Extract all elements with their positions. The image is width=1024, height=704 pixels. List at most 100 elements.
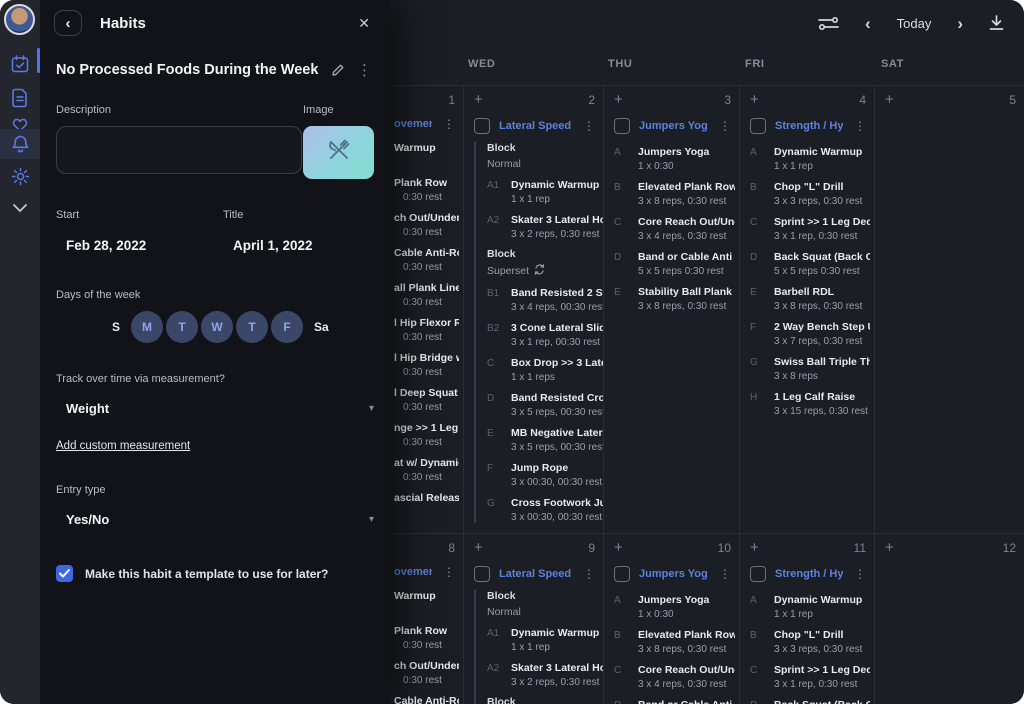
add-custom-measurement-link[interactable]: Add custom measurement (56, 440, 190, 452)
exercise-name: Box Drop >> 3 Lateral H... (511, 357, 603, 369)
workout-title-row: Strength / Hypertro... ⋮ (740, 107, 874, 134)
workout-kebab-icon[interactable]: ⋮ (441, 118, 457, 130)
measurement-select[interactable]: Weight ▾ (56, 401, 374, 416)
exercise-name: Back Squat (Back Off Set) (774, 251, 870, 263)
workout-kebab-icon[interactable]: ⋮ (852, 120, 868, 132)
sidebar-item-settings[interactable] (0, 162, 40, 190)
day-chip-w[interactable]: W (201, 311, 233, 343)
sidebar-item-programs[interactable] (0, 84, 40, 112)
workout-title[interactable]: Jumpers Yoga / Core (639, 120, 708, 132)
exercise-name: ascial Release C... (394, 492, 459, 504)
habit-kebab-icon[interactable]: ⋮ (355, 63, 374, 78)
workout-title[interactable]: Lateral Speed / Plyo (499, 120, 572, 132)
day-cell: +9Lateral Speed / Plyo⋮BlockNormalA1Dyna… (464, 533, 604, 704)
exercise-row: DBack Squat (Back Off Set)5 x 5 reps 0:3… (750, 251, 870, 277)
exercise-detail: 3 x 5 reps, 00:30 rest (511, 442, 603, 453)
workout-checkbox[interactable] (614, 566, 630, 582)
exercise-detail: 3 x 2 reps, 0:30 rest (511, 677, 603, 688)
add-workout-button[interactable]: + (750, 94, 759, 106)
description-input[interactable] (56, 126, 302, 174)
add-workout-button[interactable]: + (614, 94, 623, 106)
workout-title[interactable]: Strength / Hypertro... (775, 120, 843, 132)
avatar[interactable] (4, 4, 35, 35)
exercise-detail: 3 x 4 reps, 0:30 rest (638, 231, 735, 242)
exercise-row: AJumpers Yoga1 x 0:30 (614, 146, 735, 172)
day-number: 1 (448, 93, 455, 107)
close-icon[interactable]: ✕ (354, 13, 374, 34)
exercise-row: Cable Anti-Rotati...0:30 rest (394, 695, 459, 704)
workout-checkbox[interactable] (750, 566, 766, 582)
exercise-detail: 0:30 rest (394, 367, 459, 378)
edit-pencil-icon[interactable] (331, 63, 345, 77)
prev-week-icon[interactable]: ‹ (865, 15, 871, 32)
workout-kebab-icon[interactable]: ⋮ (717, 120, 733, 132)
workout-kebab-icon[interactable]: ⋮ (581, 568, 597, 580)
day-chip-sa[interactable]: Sa (306, 311, 337, 343)
sidebar (0, 0, 40, 704)
exercise-row: CCore Reach Out/Under3 x 4 reps, 0:30 re… (614, 664, 735, 690)
workout-checkbox[interactable] (750, 118, 766, 134)
sidebar-item-notifications[interactable] (0, 129, 40, 159)
exercise-letter: B (750, 181, 766, 207)
entry-type-select[interactable]: Yes/No ▾ (56, 512, 374, 527)
exercise-detail: 1 x 1 rep (511, 642, 603, 653)
exercise-letter: C (614, 664, 630, 690)
end-date-value[interactable]: April 1, 2022 (223, 238, 374, 253)
exercise-detail: 1 x 0:30 (638, 609, 735, 620)
image-label: Image (303, 104, 374, 116)
exercise-detail: 3 x 00:30, 00:30 rest (511, 512, 603, 523)
workout-title[interactable]: Lateral Speed / Plyo (499, 568, 572, 580)
workout-title[interactable]: ovement Q... (394, 566, 432, 578)
day-chip-s[interactable]: S (104, 311, 128, 343)
app-window: ‹ Today › WEDTHUFRISAT 1ovement Q...⋮War… (0, 0, 1024, 704)
add-workout-button[interactable]: + (750, 542, 759, 554)
next-week-icon[interactable]: › (957, 15, 963, 32)
filter-sliders-icon[interactable] (818, 16, 839, 31)
workout-title[interactable]: Jumpers Yoga / Core (639, 568, 708, 580)
exercise-detail: 3 x 00:30, 00:30 rest (511, 477, 603, 488)
sidebar-item-calendar[interactable] (0, 50, 40, 78)
exercise-list: ADynamic Warmup1 x 1 repBChop "L" Drill3… (740, 582, 874, 704)
exercise-name: Band Resisted 2 Step Late... (511, 287, 603, 299)
day-chip-m[interactable]: M (131, 311, 163, 343)
exercise-detail: 3 x 1 rep, 0:30 rest (774, 231, 870, 242)
workout-kebab-icon[interactable]: ⋮ (441, 566, 457, 578)
start-date-value[interactable]: Feb 28, 2022 (56, 238, 223, 253)
add-workout-button[interactable]: + (885, 94, 894, 106)
day-cell: +12 (875, 533, 1024, 704)
exercise-letter: A1 (487, 627, 503, 653)
exercise-row: A1Dynamic Warmup1 x 1 rep (487, 627, 603, 653)
exercise-row: FJump Rope3 x 00:30, 00:30 rest (487, 462, 603, 488)
add-workout-button[interactable]: + (474, 94, 483, 106)
add-workout-button[interactable]: + (885, 542, 894, 554)
exercise-name: Skater 3 Lateral Hops >> ... (511, 214, 603, 226)
sidebar-expand[interactable] (0, 194, 40, 222)
template-checkbox[interactable] (56, 565, 73, 582)
workout-kebab-icon[interactable]: ⋮ (581, 120, 597, 132)
exercise-name: nge >> 1 Leg St... (394, 422, 459, 434)
workout-title[interactable]: ovement Q... (394, 118, 432, 130)
block-label: Block (487, 142, 603, 154)
add-workout-button[interactable]: + (614, 542, 623, 554)
day-chip-f[interactable]: F (271, 311, 303, 343)
workout-title[interactable]: Strength / Hypertro... (775, 568, 843, 580)
day-chip-t[interactable]: T (166, 311, 198, 343)
workout-checkbox[interactable] (474, 566, 490, 582)
exercise-name: ch Out/Under (394, 212, 459, 224)
exercise-name: Core Reach Out/Under (638, 664, 735, 676)
exercise-letter: D (614, 699, 630, 704)
today-button[interactable]: Today (897, 16, 932, 31)
back-button[interactable]: ‹ (54, 10, 82, 36)
block-type: Normal (487, 606, 603, 618)
workout-checkbox[interactable] (614, 118, 630, 134)
workout-kebab-icon[interactable]: ⋮ (852, 568, 868, 580)
exercise-detail: 3 x 15 reps, 0:30 rest (774, 406, 870, 417)
workout-kebab-icon[interactable]: ⋮ (717, 568, 733, 580)
exercise-row: CCore Reach Out/Under3 x 4 reps, 0:30 re… (614, 216, 735, 242)
exercise-name: Plank Row (394, 625, 459, 637)
habit-image[interactable] (303, 126, 374, 179)
download-icon[interactable] (989, 15, 1004, 31)
day-chip-t[interactable]: T (236, 311, 268, 343)
workout-checkbox[interactable] (474, 118, 490, 134)
add-workout-button[interactable]: + (474, 542, 483, 554)
